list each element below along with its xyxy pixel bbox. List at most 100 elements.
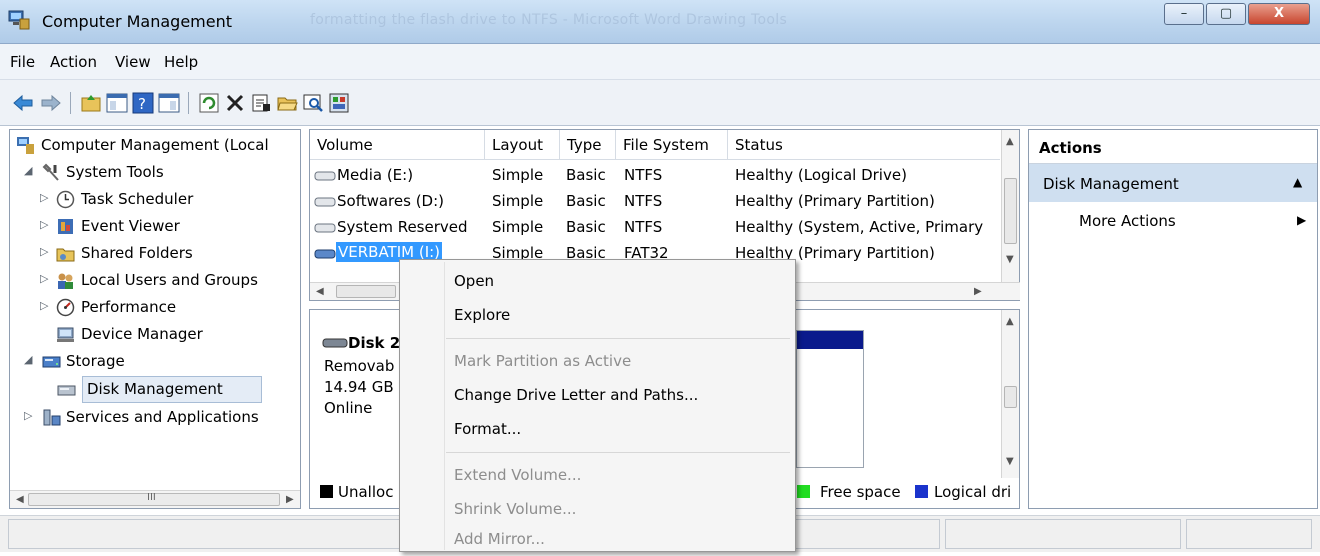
column-header-volume[interactable]: Volume	[310, 130, 485, 160]
menu-item-label: Mark Partition as Active	[454, 352, 632, 370]
title-bar: Computer Management formatting the flash…	[0, 0, 1320, 44]
tree-item-storage[interactable]: ◢ Storage	[10, 348, 300, 375]
partition-header-bar	[797, 331, 863, 349]
tree-item-device-manager[interactable]: Device Manager	[10, 321, 300, 348]
collapsed-arrow-icon[interactable]: ▷	[40, 191, 48, 204]
scroll-grip: III	[147, 492, 156, 503]
actions-section-disk-management[interactable]: Disk Management ▲	[1029, 164, 1317, 202]
submenu-arrow-icon: ▶	[1297, 213, 1307, 227]
scroll-up-arrow-icon[interactable]: ▲	[1006, 136, 1014, 147]
tree-item-shared-folders[interactable]: ▷ Shared Folders	[10, 240, 300, 267]
volume-type: Basic	[566, 218, 606, 236]
close-button[interactable]: X	[1248, 3, 1310, 25]
menu-item-extend-volume: Extend Volume...	[400, 458, 795, 492]
scroll-right-arrow-icon[interactable]: ▶	[286, 494, 294, 505]
table-row[interactable]: System Reserved Simple Basic NTFS Health…	[310, 214, 1000, 240]
disk-name: Disk 2	[348, 334, 401, 352]
collapsed-arrow-icon[interactable]: ▷	[40, 218, 48, 231]
table-row[interactable]: Softwares (D:) Simple Basic NTFS Healthy…	[310, 188, 1000, 214]
scroll-thumb[interactable]: III	[28, 492, 280, 506]
menu-item-label: Shrink Volume...	[454, 500, 577, 518]
volume-status: Healthy (Primary Partition)	[735, 192, 935, 210]
status-panel	[945, 519, 1181, 549]
collapsed-arrow-icon[interactable]: ▷	[40, 245, 48, 258]
collapsed-arrow-icon[interactable]: ▷	[24, 409, 32, 422]
column-header-status[interactable]: Status	[728, 130, 1000, 160]
menu-item-label: Extend Volume...	[454, 466, 582, 484]
minimize-button[interactable]: –	[1164, 3, 1204, 25]
volume-fs: NTFS	[624, 166, 663, 184]
menu-view[interactable]: View	[115, 53, 151, 71]
help-icon[interactable]: ?	[132, 92, 154, 114]
svg-text:?: ?	[138, 95, 146, 113]
context-menu: Open Explore Mark Partition as Active Ch…	[399, 259, 796, 552]
scroll-right-arrow-icon[interactable]: ▶	[974, 286, 982, 297]
actions-title: Actions	[1039, 139, 1102, 157]
disk-settings-icon[interactable]	[328, 92, 350, 114]
scroll-thumb[interactable]	[336, 285, 396, 298]
tree-item-task-scheduler[interactable]: ▷ Task Scheduler	[10, 186, 300, 213]
tree-item-event-viewer[interactable]: ▷ Event Viewer	[10, 213, 300, 240]
scroll-left-arrow-icon[interactable]: ◀	[316, 286, 324, 297]
menu-item-label: Format...	[454, 420, 522, 438]
open-folder-icon[interactable]	[276, 92, 298, 114]
users-icon	[58, 273, 73, 289]
volume-layout: Simple	[492, 166, 544, 184]
tree-item-system-tools[interactable]: ◢ System Tools	[10, 159, 300, 186]
menu-item-change-drive-letter[interactable]: Change Drive Letter and Paths...	[400, 378, 795, 412]
tree-item-local-users[interactable]: ▷ Local Users and Groups	[10, 267, 300, 294]
back-arrow-icon[interactable]	[12, 92, 34, 114]
delete-icon[interactable]	[224, 92, 246, 114]
partition-block[interactable]	[796, 330, 864, 468]
menu-action[interactable]: Action	[50, 53, 97, 71]
collapsed-arrow-icon[interactable]: ▷	[40, 299, 48, 312]
tools-icon	[42, 163, 59, 181]
refresh-icon[interactable]	[198, 92, 220, 114]
scroll-left-arrow-icon[interactable]: ◀	[16, 494, 24, 505]
tree-item-performance[interactable]: ▷ Performance	[10, 294, 300, 321]
menu-item-open[interactable]: Open	[400, 264, 795, 298]
more-actions-item[interactable]: More Actions ▶	[1029, 204, 1317, 234]
actions-section-label: Disk Management	[1043, 175, 1179, 193]
maximize-button[interactable]: ▢	[1206, 3, 1246, 25]
forward-arrow-icon[interactable]	[40, 92, 62, 114]
expanded-arrow-icon[interactable]: ◢	[24, 164, 32, 177]
volume-type: Basic	[566, 192, 606, 210]
menu-item-format[interactable]: Format...	[400, 412, 795, 446]
tree-label-storage: Storage	[66, 352, 125, 370]
search-icon[interactable]	[302, 92, 324, 114]
computer-management-icon	[8, 10, 30, 30]
up-folder-icon[interactable]	[80, 92, 102, 114]
actions-pane: Actions Disk Management ▲ More Actions ▶	[1028, 129, 1318, 509]
scroll-up-arrow-icon[interactable]: ▲	[1006, 316, 1014, 327]
show-hide-tree-icon[interactable]	[106, 92, 128, 114]
device-manager-icon	[57, 327, 74, 342]
disk-view-vertical-scrollbar[interactable]: ▲ ▼	[1001, 310, 1019, 478]
menu-item-explore[interactable]: Explore	[400, 298, 795, 332]
tree-item-root[interactable]: Computer Management (Local	[10, 132, 300, 159]
table-row[interactable]: Media (E:) Simple Basic NTFS Healthy (Lo…	[310, 162, 1000, 188]
show-action-pane-icon[interactable]	[158, 92, 180, 114]
menu-file[interactable]: File	[10, 53, 35, 71]
scroll-down-arrow-icon[interactable]: ▼	[1006, 456, 1014, 467]
disk-type: Removab	[324, 357, 395, 375]
scroll-thumb[interactable]	[1004, 178, 1017, 244]
scroll-down-arrow-icon[interactable]: ▼	[1006, 254, 1014, 265]
volume-list-vertical-scrollbar[interactable]: ▲ ▼	[1001, 130, 1019, 282]
column-header-layout[interactable]: Layout	[485, 130, 560, 160]
tree-item-disk-management[interactable]: Disk Management	[57, 376, 262, 403]
collapse-arrow-icon[interactable]: ▲	[1293, 175, 1302, 189]
removable-drive-icon	[314, 249, 336, 259]
expanded-arrow-icon[interactable]: ◢	[24, 353, 32, 366]
collapsed-arrow-icon[interactable]: ▷	[40, 272, 48, 285]
column-header-type[interactable]: Type	[560, 130, 616, 160]
tree-horizontal-scrollbar[interactable]: ◀ III ▶	[10, 490, 300, 508]
column-header-file-system[interactable]: File System	[616, 130, 728, 160]
scroll-thumb[interactable]	[1004, 386, 1017, 408]
tree-label-services: Services and Applications	[66, 408, 259, 426]
properties-icon[interactable]	[250, 92, 272, 114]
tree-item-services[interactable]: ▷ Services and Applications	[10, 404, 300, 431]
shared-folder-icon	[56, 248, 75, 262]
menu-separator	[446, 452, 790, 453]
menu-help[interactable]: Help	[164, 53, 198, 71]
